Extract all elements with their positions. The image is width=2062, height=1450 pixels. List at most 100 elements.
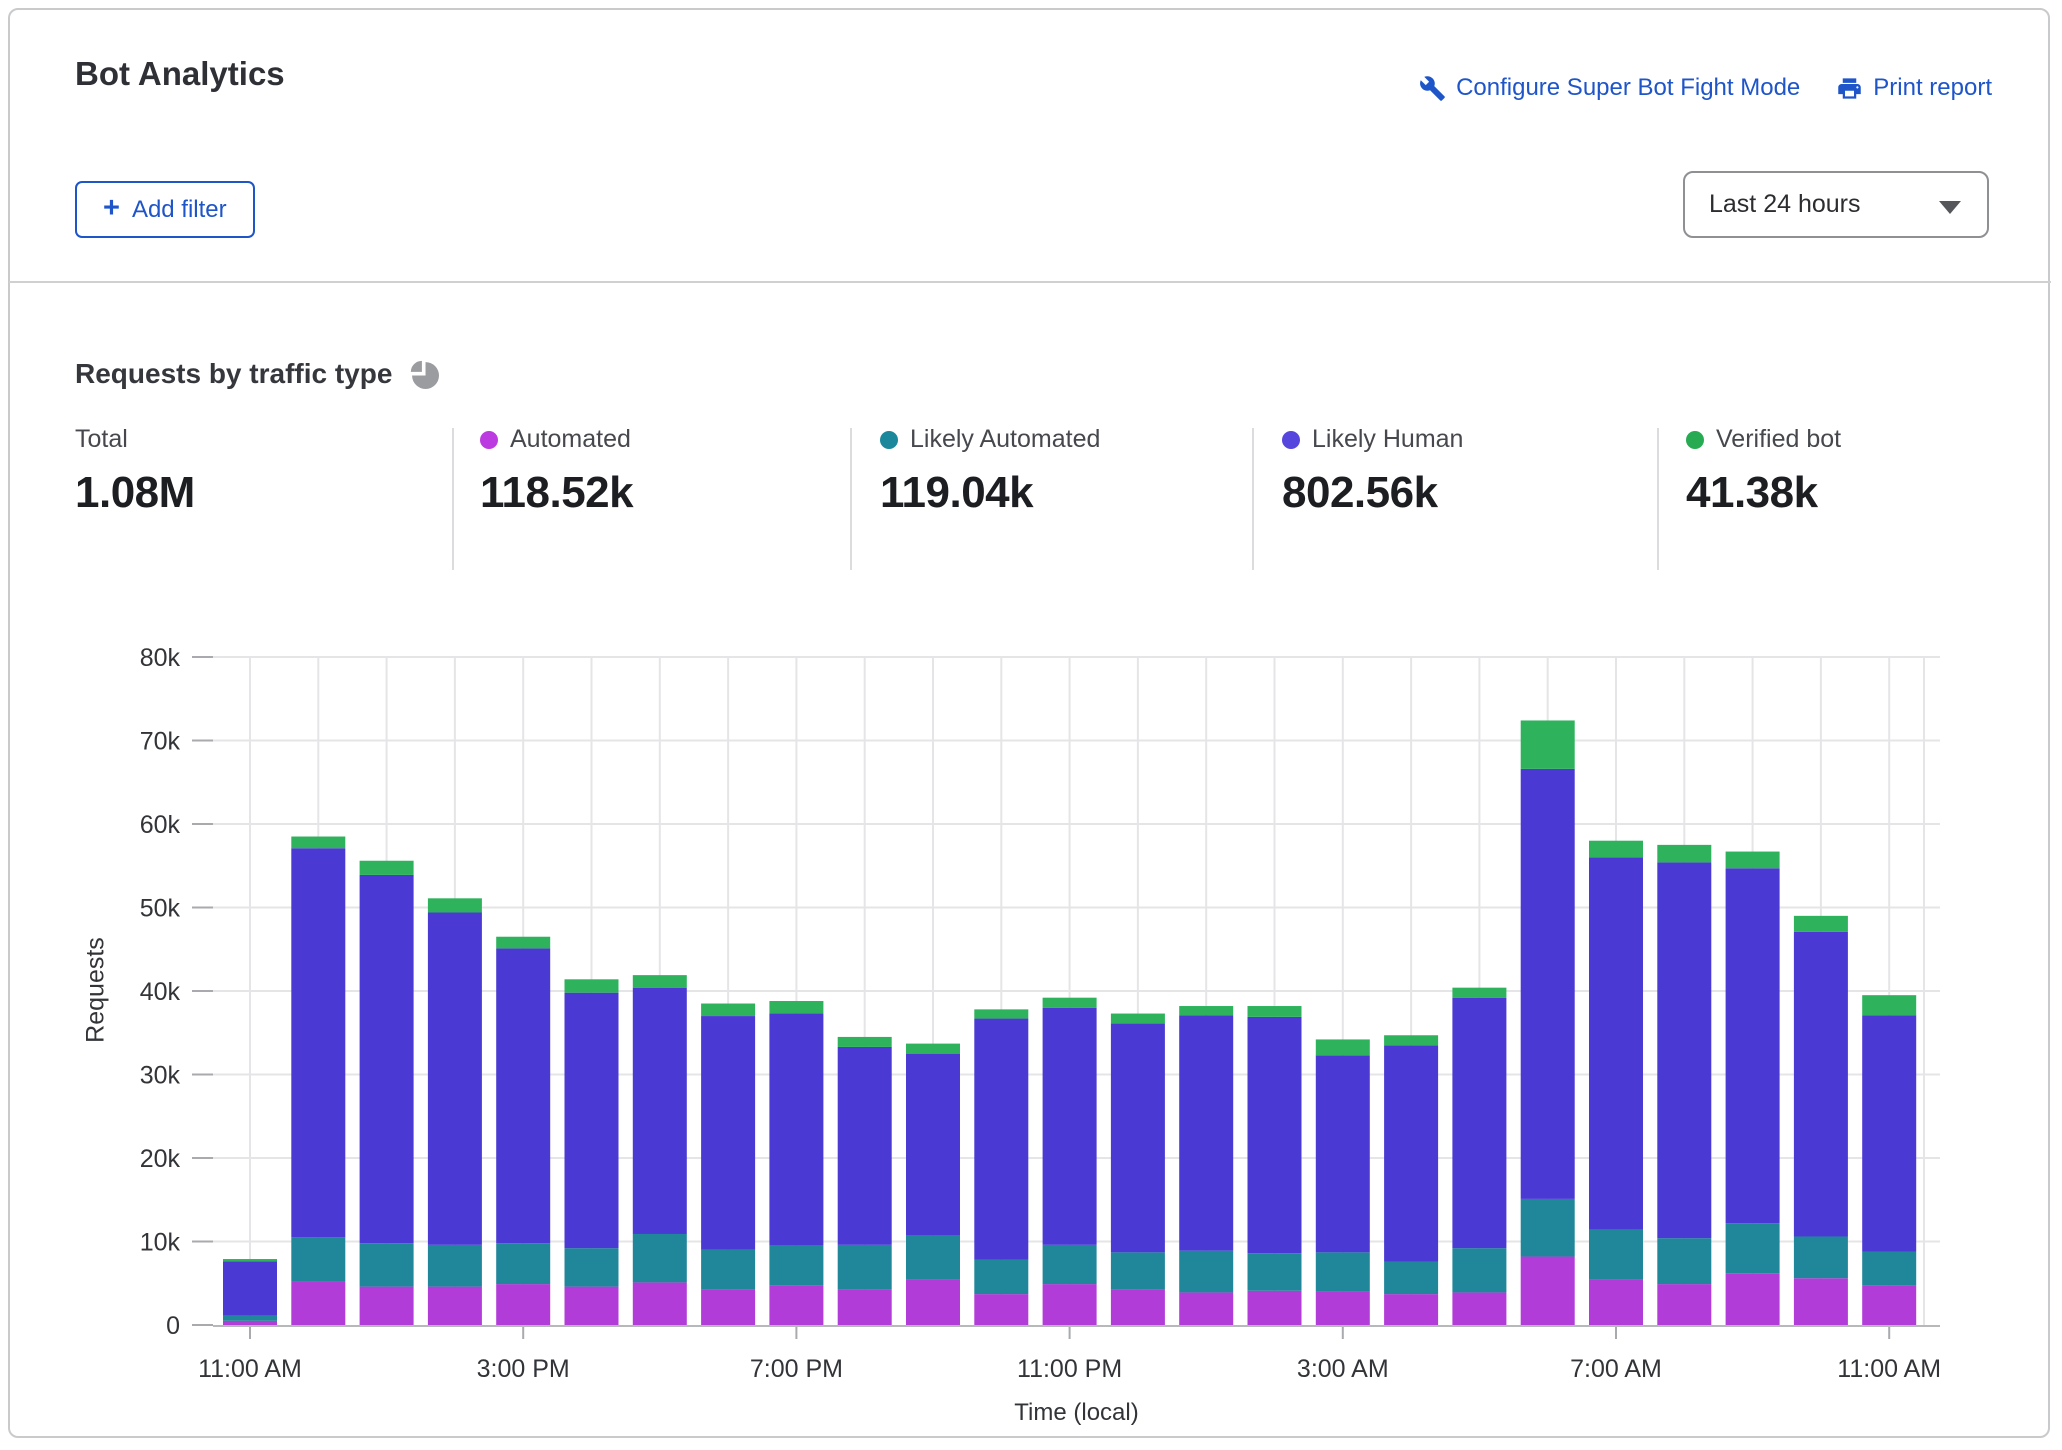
bar-segment-likely-automated[interactable] [1384, 1262, 1438, 1295]
bar-segment-likely-automated[interactable] [1589, 1230, 1643, 1279]
bar-segment-likely-human[interactable] [1589, 857, 1643, 1229]
bar-segment-likely-human[interactable] [1179, 1015, 1233, 1250]
bar-segment-verified-bot[interactable] [1043, 998, 1097, 1008]
bar-segment-automated[interactable] [838, 1289, 892, 1325]
bar-segment-likely-human[interactable] [291, 848, 345, 1237]
bar-segment-automated[interactable] [1794, 1278, 1848, 1325]
bar-segment-automated[interactable] [1384, 1294, 1438, 1325]
bar-segment-verified-bot[interactable] [1179, 1006, 1233, 1015]
bar-segment-automated[interactable] [428, 1287, 482, 1325]
bar-segment-verified-bot[interactable] [769, 1001, 823, 1014]
bar-segment-likely-automated[interactable] [565, 1248, 619, 1286]
bar-segment-automated[interactable] [1657, 1284, 1711, 1325]
bar-segment-likely-human[interactable] [906, 1054, 960, 1236]
bar-segment-verified-bot[interactable] [906, 1044, 960, 1054]
bar-segment-verified-bot[interactable] [1794, 916, 1848, 932]
bar-segment-likely-human[interactable] [769, 1014, 823, 1246]
bar-segment-verified-bot[interactable] [1316, 1039, 1370, 1055]
bar-segment-verified-bot[interactable] [838, 1037, 892, 1047]
bar-segment-automated[interactable] [1111, 1289, 1165, 1325]
bar-segment-verified-bot[interactable] [701, 1004, 755, 1017]
bar-segment-likely-automated[interactable] [360, 1243, 414, 1286]
bar-segment-verified-bot[interactable] [1248, 1006, 1302, 1017]
bar-segment-automated[interactable] [1316, 1292, 1370, 1325]
configure-super-bot-fight-mode-link[interactable]: Configure Super Bot Fight Mode [1419, 74, 1800, 102]
bar-segment-automated[interactable] [974, 1294, 1028, 1325]
bar-segment-likely-automated[interactable] [496, 1243, 550, 1284]
bar-segment-likely-automated[interactable] [1794, 1236, 1848, 1278]
bar-segment-verified-bot[interactable] [1452, 988, 1506, 998]
bar-segment-likely-automated[interactable] [1452, 1248, 1506, 1292]
bar-segment-verified-bot[interactable] [1726, 852, 1780, 869]
bar-segment-automated[interactable] [1452, 1292, 1506, 1325]
bar-segment-likely-human[interactable] [1384, 1045, 1438, 1261]
bar-segment-likely-human[interactable] [1521, 769, 1575, 1199]
bar-segment-automated[interactable] [1179, 1292, 1233, 1325]
bar-segment-likely-human[interactable] [974, 1019, 1028, 1260]
bar-segment-automated[interactable] [496, 1284, 550, 1325]
bar-segment-verified-bot[interactable] [1657, 845, 1711, 863]
bar-segment-automated[interactable] [906, 1279, 960, 1325]
bar-segment-likely-automated[interactable] [1043, 1245, 1097, 1284]
print-report-link[interactable]: Print report [1836, 74, 1992, 102]
bar-segment-automated[interactable] [1862, 1286, 1916, 1325]
bar-segment-likely-automated[interactable] [701, 1250, 755, 1289]
bar-segment-verified-bot[interactable] [223, 1259, 277, 1262]
bar-segment-likely-human[interactable] [701, 1016, 755, 1250]
bar-segment-automated[interactable] [1521, 1257, 1575, 1325]
bar-segment-verified-bot[interactable] [360, 861, 414, 875]
bar-segment-likely-automated[interactable] [838, 1245, 892, 1289]
bar-segment-likely-human[interactable] [1657, 862, 1711, 1238]
bar-segment-verified-bot[interactable] [1862, 995, 1916, 1015]
bar-segment-likely-automated[interactable] [1316, 1252, 1370, 1291]
bar-segment-verified-bot[interactable] [428, 898, 482, 912]
bar-segment-likely-automated[interactable] [291, 1237, 345, 1281]
bar-segment-likely-automated[interactable] [1726, 1223, 1780, 1273]
bar-segment-likely-human[interactable] [565, 993, 619, 1249]
bar-segment-likely-human[interactable] [1043, 1008, 1097, 1245]
bar-segment-likely-human[interactable] [223, 1262, 277, 1316]
bar-segment-verified-bot[interactable] [1111, 1014, 1165, 1024]
bar-segment-likely-human[interactable] [1248, 1017, 1302, 1253]
bar-segment-likely-human[interactable] [1452, 998, 1506, 1248]
bar-segment-likely-automated[interactable] [769, 1246, 823, 1286]
bar-segment-likely-automated[interactable] [906, 1236, 960, 1279]
bar-segment-likely-automated[interactable] [1862, 1252, 1916, 1286]
bar-segment-automated[interactable] [360, 1287, 414, 1325]
bar-segment-likely-human[interactable] [1794, 932, 1848, 1237]
bar-segment-likely-automated[interactable] [428, 1245, 482, 1287]
bar-segment-verified-bot[interactable] [974, 1009, 1028, 1018]
bar-segment-likely-human[interactable] [360, 875, 414, 1243]
bar-segment-likely-human[interactable] [1111, 1024, 1165, 1253]
bar-segment-likely-human[interactable] [1316, 1055, 1370, 1252]
bar-segment-likely-automated[interactable] [1248, 1253, 1302, 1291]
bar-segment-likely-human[interactable] [496, 948, 550, 1243]
bar-segment-verified-bot[interactable] [291, 837, 345, 849]
bar-segment-likely-human[interactable] [1726, 868, 1780, 1223]
bar-segment-automated[interactable] [291, 1282, 345, 1325]
bar-segment-automated[interactable] [1726, 1273, 1780, 1325]
bar-segment-automated[interactable] [1248, 1291, 1302, 1325]
bar-segment-automated[interactable] [1043, 1284, 1097, 1325]
bar-segment-likely-human[interactable] [1862, 1015, 1916, 1251]
bar-segment-verified-bot[interactable] [1589, 841, 1643, 858]
bar-segment-likely-automated[interactable] [1179, 1251, 1233, 1293]
bar-segment-verified-bot[interactable] [496, 937, 550, 949]
time-range-dropdown[interactable]: Last 24 hours [1683, 171, 1989, 238]
bar-segment-automated[interactable] [769, 1286, 823, 1325]
bar-segment-automated[interactable] [701, 1289, 755, 1325]
bar-segment-verified-bot[interactable] [565, 979, 619, 992]
bar-segment-automated[interactable] [223, 1321, 277, 1325]
bar-segment-automated[interactable] [565, 1287, 619, 1325]
bar-segment-automated[interactable] [1589, 1279, 1643, 1325]
bar-segment-likely-automated[interactable] [1657, 1238, 1711, 1284]
bar-segment-likely-automated[interactable] [974, 1260, 1028, 1294]
add-filter-button[interactable]: + Add filter [75, 181, 255, 238]
bar-segment-verified-bot[interactable] [1384, 1035, 1438, 1045]
bar-segment-likely-human[interactable] [428, 913, 482, 1245]
bar-segment-likely-human[interactable] [633, 988, 687, 1234]
bar-segment-likely-automated[interactable] [223, 1316, 277, 1321]
bar-segment-verified-bot[interactable] [633, 975, 687, 988]
bar-segment-likely-automated[interactable] [1521, 1199, 1575, 1257]
bar-segment-likely-automated[interactable] [633, 1234, 687, 1282]
